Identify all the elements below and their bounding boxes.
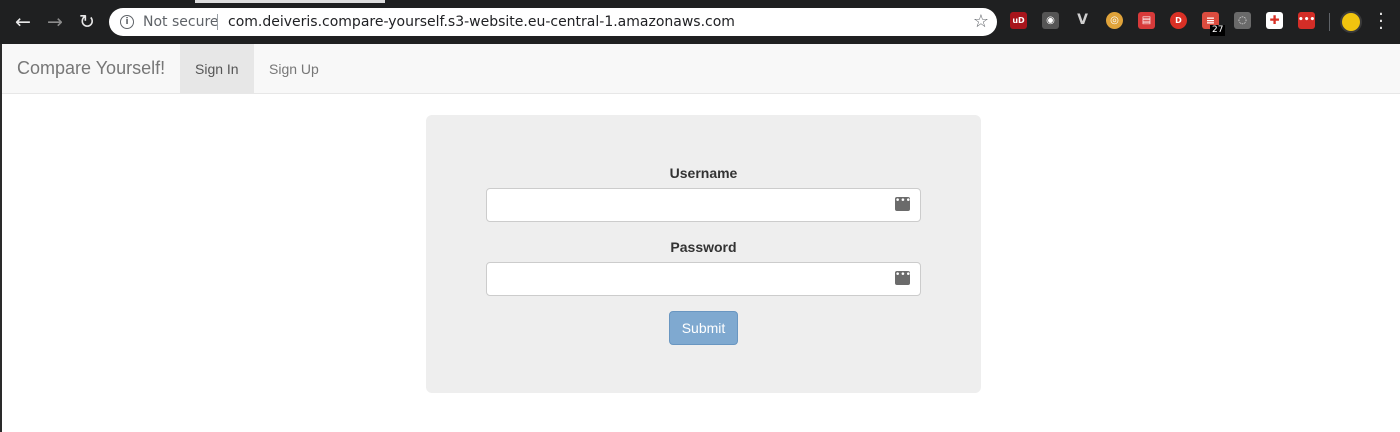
signin-panel: Username ••• Password ••• Submit: [426, 115, 981, 393]
password-label: Password: [670, 239, 737, 255]
nav-sign-in[interactable]: Sign In: [180, 44, 254, 94]
lastpass-icon[interactable]: •••: [1298, 12, 1315, 29]
nav-sign-up[interactable]: Sign Up: [254, 44, 334, 94]
ublock-icon[interactable]: uD: [1010, 12, 1027, 29]
browser-menu-icon[interactable]: · · ·: [1374, 6, 1388, 38]
d-extension-icon[interactable]: D: [1170, 12, 1187, 29]
lightbulb-icon[interactable]: ◌: [1234, 12, 1251, 29]
toolbar-divider: [1329, 13, 1330, 31]
app-navbar: Compare Yourself! Sign In Sign Up: [2, 44, 1400, 94]
medical-cross-icon[interactable]: ✚: [1266, 12, 1283, 29]
reload-icon[interactable]: ↻: [74, 9, 100, 35]
browser-toolbar: ← → ↻ i Not secure com.deiveris.compare-…: [0, 0, 1400, 44]
info-icon[interactable]: i: [120, 15, 134, 29]
calendar-icon[interactable]: ▤: [1138, 12, 1155, 29]
password-input[interactable]: [487, 263, 901, 295]
profile-avatar[interactable]: [1340, 11, 1362, 33]
back-arrow-icon[interactable]: ←: [10, 9, 36, 35]
extension-badge: 27: [1210, 25, 1226, 36]
password-manager-icon[interactable]: •••: [895, 271, 911, 285]
window-edge: [0, 44, 2, 432]
username-label: Username: [669, 165, 738, 181]
password-field[interactable]: •••: [486, 262, 921, 296]
username-field[interactable]: •••: [486, 188, 921, 222]
active-tab-edge: [195, 0, 385, 3]
security-label[interactable]: Not secure: [143, 14, 219, 30]
brand-link[interactable]: Compare Yourself!: [17, 58, 165, 79]
password-manager-icon[interactable]: •••: [895, 197, 911, 211]
vimium-icon[interactable]: V: [1074, 12, 1091, 29]
bookmark-star-icon[interactable]: ☆: [973, 11, 989, 32]
submit-button[interactable]: Submit: [669, 311, 738, 345]
forward-arrow-icon[interactable]: →: [42, 9, 68, 35]
username-input[interactable]: [487, 189, 901, 221]
address-bar[interactable]: i Not secure com.deiveris.compare-yourse…: [109, 8, 997, 36]
address-separator: [217, 14, 218, 30]
camera-icon[interactable]: ◉: [1042, 12, 1059, 29]
url-text[interactable]: com.deiveris.compare-yourself.s3-website…: [228, 14, 735, 30]
owl-icon[interactable]: ◎: [1106, 12, 1123, 29]
